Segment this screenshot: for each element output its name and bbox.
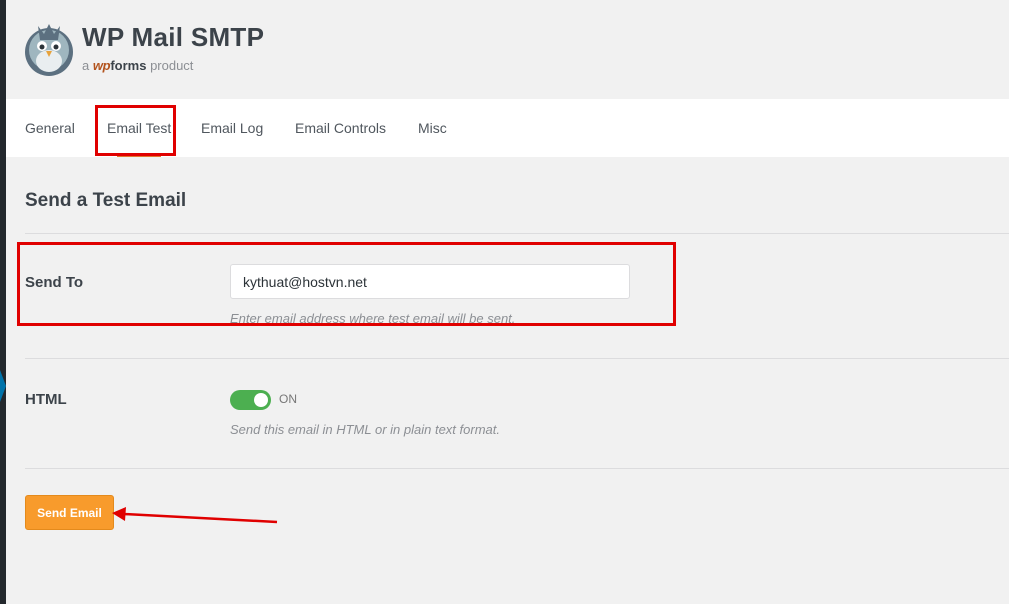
tab-misc[interactable]: Misc [418, 99, 447, 157]
divider [25, 468, 1009, 469]
tab-email-log[interactable]: Email Log [201, 99, 263, 157]
send-email-button[interactable]: Send Email [25, 495, 114, 530]
plugin-subtitle: a wpforms product [82, 58, 193, 73]
tab-general[interactable]: General [25, 99, 75, 157]
send-to-label: Send To [25, 274, 84, 291]
send-to-help-text: Enter email address where test email wil… [230, 311, 516, 326]
wpforms-wp-text: wp [92, 58, 111, 73]
html-label: HTML [25, 391, 67, 408]
subtitle-prefix: a [82, 58, 90, 73]
send-to-email-input[interactable] [230, 264, 630, 299]
pigeon-logo-icon [25, 24, 73, 76]
html-toggle-state: ON [279, 392, 297, 406]
divider [25, 358, 1009, 359]
toggle-knob [254, 393, 268, 407]
wpforms-forms-text: forms [110, 58, 147, 73]
section-title: Send a Test Email [25, 190, 187, 211]
subtitle-suffix: product [150, 58, 194, 73]
settings-tabs: General Email Test Email Log Email Contr… [6, 99, 1009, 157]
email-test-panel: Send a Test Email Send To Enter email ad… [6, 157, 1009, 604]
plugin-header: WP Mail SMTP a wpforms product [6, 0, 1009, 99]
html-help-text: Send this email in HTML or in plain text… [230, 422, 500, 437]
plugin-title: WP Mail SMTP [82, 22, 265, 52]
html-toggle[interactable] [230, 390, 271, 410]
divider [25, 233, 1009, 234]
tab-email-test[interactable]: Email Test [107, 99, 171, 157]
tab-email-controls[interactable]: Email Controls [295, 99, 386, 157]
